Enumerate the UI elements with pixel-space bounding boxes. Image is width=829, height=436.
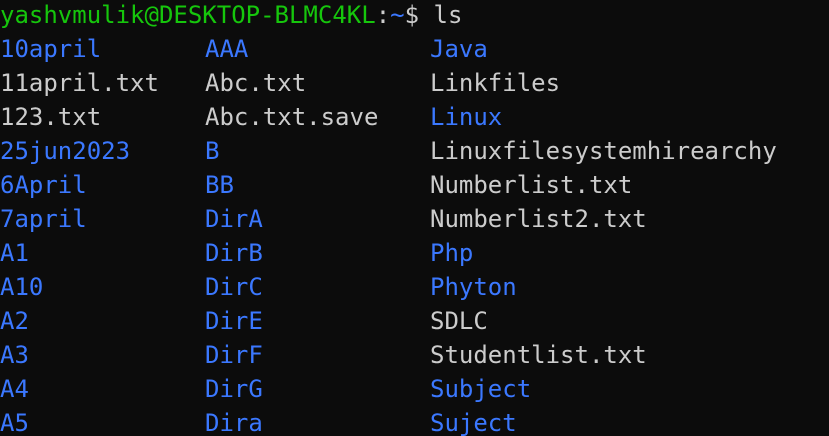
- directory-entry: DirF: [205, 341, 263, 369]
- directory-entry: Dira: [205, 409, 263, 436]
- directory-entry: A4: [0, 375, 29, 403]
- file-entry: Linuxfilesystemhirearchy: [430, 137, 777, 165]
- directory-entry: 25jun2023: [0, 137, 131, 165]
- file-entry: Numberlist.txt: [430, 171, 633, 199]
- directory-entry: A5: [0, 409, 29, 436]
- prompt-user-host: yashvmulik@DESKTOP-BLMC4KL: [0, 1, 376, 29]
- prompt-symbol: $: [404, 1, 420, 29]
- directory-entry: AAA: [205, 35, 249, 63]
- directory-entry: Phyton: [430, 273, 517, 301]
- file-entry: Abc.txt.save: [205, 103, 379, 131]
- directory-entry: DirB: [205, 239, 263, 267]
- directory-entry: DirE: [205, 307, 263, 335]
- directory-entry: 7april: [0, 205, 87, 233]
- directory-entry: Java: [430, 35, 488, 63]
- prompt-path: ~: [390, 1, 405, 29]
- directory-entry: Suject: [430, 409, 517, 436]
- file-entry: 11april.txt: [0, 69, 159, 97]
- file-entry: SDLC: [430, 307, 488, 335]
- prompt-command: ls: [419, 1, 463, 29]
- file-entry: Numberlist2.txt: [430, 205, 647, 233]
- directory-entry: Linux: [430, 103, 503, 131]
- directory-entry: Php: [430, 239, 474, 267]
- file-entry: 123.txt: [0, 103, 102, 131]
- file-entry: Studentlist.txt: [430, 341, 647, 369]
- directory-entry: 6April: [0, 171, 87, 199]
- directory-entry: BB: [205, 171, 234, 199]
- file-entry: Abc.txt: [205, 69, 307, 97]
- terminal-window[interactable]: yashvmulik@DESKTOP-BLMC4KL:~$ ls 10april…: [0, 0, 829, 436]
- prompt-separator: :: [375, 1, 391, 29]
- directory-entry: A10: [0, 273, 44, 301]
- directory-entry: DirG: [205, 375, 263, 403]
- directory-entry: A2: [0, 307, 29, 335]
- directory-entry: DirA: [205, 205, 263, 233]
- directory-entry: 10april: [0, 35, 102, 63]
- directory-entry: A1: [0, 239, 29, 267]
- directory-entry: B: [205, 137, 220, 165]
- directory-entry: DirC: [205, 273, 263, 301]
- directory-entry: A3: [0, 341, 29, 369]
- file-entry: Linkfiles: [430, 69, 561, 97]
- prompt-line: yashvmulik@DESKTOP-BLMC4KL:~$ ls: [0, 0, 462, 32]
- directory-entry: Subject: [430, 375, 532, 403]
